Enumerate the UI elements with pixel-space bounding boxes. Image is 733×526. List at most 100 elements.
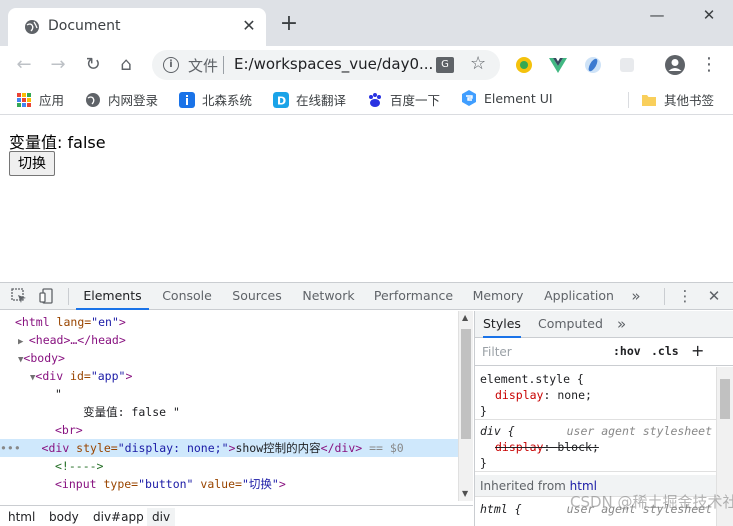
extension-blank-icon[interactable]	[617, 55, 637, 75]
bookmark-label: Element UI	[484, 91, 553, 106]
styles-tab-bar: Styles Computed »	[475, 311, 733, 338]
omnibox-divider	[223, 56, 224, 74]
styles-filter-input[interactable]: Filter	[482, 345, 592, 361]
maximize-button[interactable]	[643, 4, 673, 26]
bookmarks-bar: 应用 内网登录 北森系统 D 在线翻译 百度一下 Element UI 其他书签	[0, 84, 733, 115]
reload-button[interactable]: ↻	[82, 54, 104, 76]
scroll-down-icon[interactable]: ▼	[462, 489, 468, 498]
translate-icon[interactable]: G	[436, 57, 454, 73]
svg-text:D: D	[277, 95, 286, 108]
address-bar[interactable]: i 文件 E:/workspaces_vue/day0... G ☆	[152, 50, 500, 80]
globe-icon	[25, 20, 39, 34]
folder-icon	[642, 95, 656, 106]
tab-memory[interactable]: Memory	[466, 283, 530, 310]
styles-scroll-thumb[interactable]	[720, 379, 730, 419]
elements-tree[interactable]: <html lang="en"> ▶ <head>…</head> ▼<body…	[0, 311, 458, 501]
bookmark-label: 在线翻译	[296, 93, 347, 108]
element-logo-icon	[462, 90, 476, 106]
styles-filter-row: Filter :hov .cls +	[475, 339, 733, 366]
back-button[interactable]: ←	[13, 54, 35, 76]
dom-node-br[interactable]: <br>	[0, 421, 458, 439]
tab-console[interactable]: Console	[157, 283, 217, 310]
devtools-divider	[68, 288, 69, 305]
profile-avatar-icon[interactable]	[664, 54, 686, 76]
extension-lens-icon[interactable]	[583, 55, 603, 75]
browser-menu-button[interactable]: ⋮	[698, 54, 720, 76]
dom-node-head[interactable]: ▶ <head>…</head>	[0, 331, 458, 349]
bookmark-label: 应用	[39, 93, 65, 108]
toggle-button[interactable]: 切换	[9, 151, 55, 176]
breadcrumb-div[interactable]: div	[147, 508, 176, 526]
dom-node-body[interactable]: ▼<body>	[0, 349, 458, 367]
dom-comment-node[interactable]: <!---->	[0, 457, 458, 475]
node-actions-icon[interactable]: •••	[0, 441, 42, 455]
home-button[interactable]: ⌂	[115, 54, 137, 76]
baidu-paw-icon	[369, 93, 381, 107]
bookmark-item-element-ui[interactable]: Element UI	[461, 90, 553, 110]
vue-devtools-icon[interactable]	[548, 55, 568, 75]
bookmark-item-beisen[interactable]: 北森系统	[179, 90, 252, 110]
tab-strip: Document ✕ + — ✕	[0, 0, 733, 46]
expand-triangle-icon[interactable]: ▶	[18, 337, 29, 347]
breadcrumb-body[interactable]: body	[44, 508, 84, 526]
bookmark-item-baidu[interactable]: 百度一下	[367, 90, 440, 110]
dom-text-node[interactable]: "	[0, 385, 458, 403]
style-rule-element[interactable]: element.style { display: none; }	[475, 371, 716, 420]
styles-more-button[interactable]: »	[617, 311, 626, 338]
hover-state-toggle[interactable]: :hov	[613, 344, 641, 358]
bookmark-star-icon[interactable]: ☆	[470, 53, 486, 74]
bookmark-item-other[interactable]: 其他书签	[641, 90, 714, 110]
url-text[interactable]: E:/workspaces_vue/day0...	[234, 55, 433, 73]
watermark-text: CSDN @稀土掘金技术社区	[570, 493, 733, 511]
tab-close-icon[interactable]: ✕	[240, 17, 258, 35]
devtools-divider	[664, 288, 665, 305]
breadcrumb-html[interactable]: html	[3, 508, 40, 526]
new-rule-button[interactable]: +	[691, 341, 704, 360]
devtools-tab-bar: Elements Console Sources Network Perform…	[0, 283, 733, 310]
dom-node-selected-div[interactable]: ••• <div style="display: none;">show控制的内…	[0, 439, 458, 457]
bookmark-item-intranet[interactable]: 内网登录	[85, 90, 158, 110]
new-tab-button[interactable]: +	[278, 13, 300, 35]
tab-performance[interactable]: Performance	[371, 283, 456, 310]
window-close-button[interactable]: ✕	[694, 4, 724, 26]
class-toggle[interactable]: .cls	[651, 344, 679, 358]
devtools-menu-button[interactable]: ⋮	[676, 283, 694, 310]
tab-network[interactable]: Network	[296, 283, 361, 310]
more-tabs-button[interactable]: »	[626, 283, 646, 310]
elements-scrollbar[interactable]: ▲ ▼	[458, 311, 473, 501]
rule-declaration-overridden[interactable]: display: block;	[475, 439, 716, 455]
forward-button[interactable]: →	[47, 54, 69, 76]
rule-selector: element.style {	[480, 372, 584, 386]
info-icon[interactable]: i	[163, 57, 179, 73]
rule-declaration[interactable]: display: none;	[475, 387, 716, 403]
style-rule-div[interactable]: div {user agent stylesheet display: bloc…	[475, 423, 716, 472]
extension-ball-icon[interactable]	[514, 55, 534, 75]
tab-sources[interactable]: Sources	[228, 283, 286, 310]
apps-grid-icon	[17, 93, 31, 107]
bookmark-item-translate[interactable]: D 在线翻译	[273, 90, 346, 110]
scroll-up-icon[interactable]: ▲	[462, 313, 468, 322]
tab-computed[interactable]: Computed	[538, 311, 603, 338]
devtools-close-button[interactable]: ✕	[704, 283, 724, 310]
rule-header: div {user agent stylesheet	[480, 424, 712, 438]
rule-close-brace: }	[480, 456, 487, 470]
bookmark-item-apps[interactable]: 应用	[16, 90, 64, 110]
tab-elements[interactable]: Elements	[76, 283, 149, 310]
tab-styles[interactable]: Styles	[483, 311, 521, 338]
browser-tab[interactable]: Document ✕	[8, 8, 266, 46]
tab-title: Document	[48, 18, 121, 34]
dom-node-html[interactable]: <html lang="en">	[0, 313, 458, 331]
tab-application[interactable]: Application	[540, 283, 618, 310]
elements-scroll-thumb[interactable]	[461, 329, 471, 439]
device-toolbar-icon[interactable]	[39, 288, 55, 304]
dom-node-app[interactable]: ▼<div id="app">	[0, 367, 458, 385]
bookmark-label: 内网登录	[108, 93, 159, 108]
bookmark-label: 其他书签	[664, 93, 715, 108]
translate-d-icon: D	[273, 92, 289, 108]
inspect-element-icon[interactable]	[11, 288, 27, 304]
breadcrumb-div-app[interactable]: div#app	[88, 508, 149, 526]
devtools-panel: Elements Console Sources Network Perform…	[0, 282, 733, 526]
dom-text-node[interactable]: 变量值: false "	[0, 403, 458, 421]
dom-node-input[interactable]: <input type="button" value="切换">	[0, 475, 458, 493]
bookmark-label: 百度一下	[390, 93, 441, 108]
